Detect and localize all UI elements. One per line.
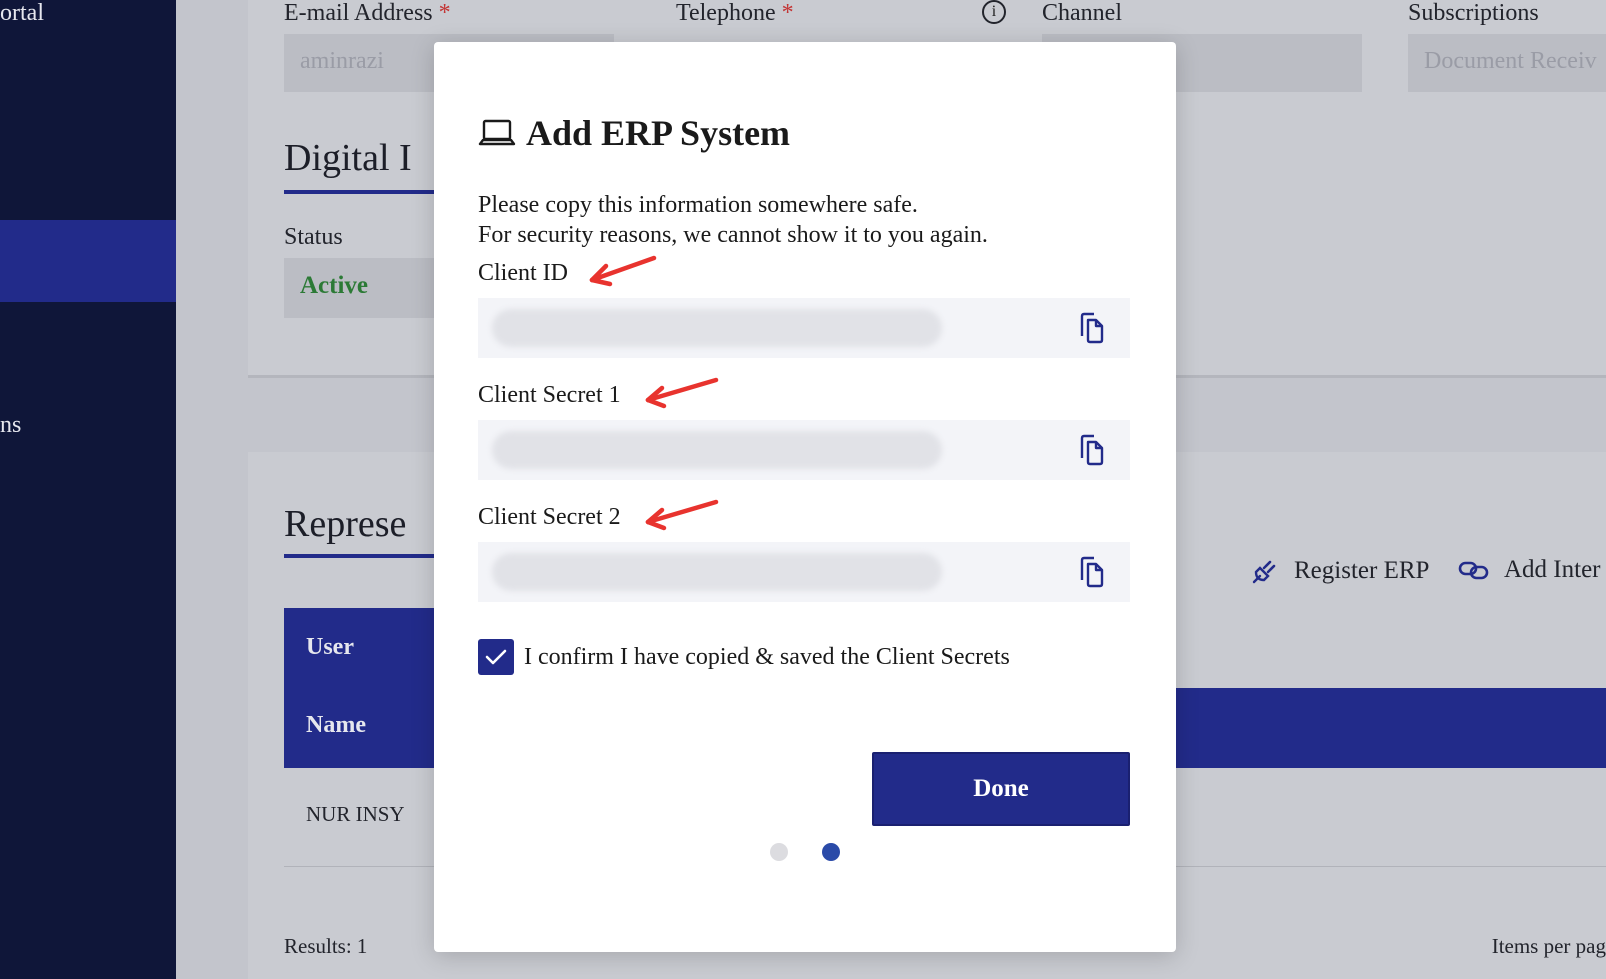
header-name: Name <box>306 712 366 738</box>
sidebar-item-portal[interactable]: ortal <box>0 0 44 27</box>
copy-icon[interactable] <box>1078 434 1108 466</box>
pager-dot-1[interactable] <box>770 843 788 861</box>
table-row[interactable]: NUR INSY <box>306 802 405 827</box>
client-secret1-field[interactable] <box>478 420 1130 480</box>
copy-icon[interactable] <box>1078 556 1108 588</box>
client-id-label: Client ID <box>478 260 568 286</box>
add-integration-button[interactable]: Add Inter <box>1458 556 1601 584</box>
client-secret1-label: Client Secret 1 <box>478 382 621 408</box>
pager-dot-2-active[interactable] <box>822 843 840 861</box>
client-secret2-label: Client Secret 2 <box>478 504 621 530</box>
channel-label: Channel <box>1042 0 1122 26</box>
confirm-checkbox-row[interactable]: I confirm I have copied & saved the Clie… <box>478 639 1010 675</box>
sidebar: ortal ns <box>0 0 176 979</box>
plug-icon <box>1252 560 1276 584</box>
subscriptions-label: Subscriptions <box>1408 0 1539 26</box>
register-erp-button[interactable]: Register ERP <box>1250 556 1429 586</box>
digital-section-title: Digital I <box>284 137 412 179</box>
client-secret2-field[interactable] <box>478 542 1130 602</box>
copy-icon[interactable] <box>1078 312 1108 344</box>
status-label: Status <box>284 224 343 250</box>
email-label: E-mail Address * <box>284 0 451 26</box>
status-value: Active <box>300 272 369 299</box>
link-icon <box>1458 561 1489 580</box>
modal-title: Add ERP System <box>478 112 790 154</box>
client-id-value-redacted <box>492 309 942 347</box>
status-box: Active <box>284 258 444 318</box>
representatives-section-underline <box>284 554 434 558</box>
arrow-annotation-icon <box>645 377 719 409</box>
arrow-annotation-icon <box>589 255 657 287</box>
representatives-section-title: Represe <box>284 503 407 545</box>
client-secret1-value-redacted <box>492 431 942 469</box>
confirm-checkbox[interactable] <box>478 639 514 675</box>
done-button[interactable]: Done <box>872 752 1130 826</box>
digital-section-underline <box>284 190 444 194</box>
items-per-page-label: Items per pag <box>1491 934 1606 958</box>
subscriptions-field[interactable]: Document Receiv <box>1408 34 1606 92</box>
results-count: Results: 1 <box>284 934 368 958</box>
client-secret2-value-redacted <box>492 553 942 591</box>
add-erp-modal: Add ERP System Please copy this informat… <box>434 42 1176 952</box>
laptop-icon <box>478 119 516 146</box>
header-user: User <box>306 634 354 660</box>
sidebar-item-partial[interactable]: ns <box>0 412 21 439</box>
check-icon <box>485 649 507 665</box>
client-id-field[interactable] <box>478 298 1130 358</box>
confirm-label: I confirm I have copied & saved the Clie… <box>524 643 1010 670</box>
info-icon[interactable]: i <box>982 0 1006 24</box>
arrow-annotation-icon <box>645 499 719 531</box>
telephone-label: Telephone * <box>676 0 794 26</box>
table-header-right <box>1148 688 1606 768</box>
modal-description: Please copy this information somewhere s… <box>478 192 988 248</box>
sidebar-item-active[interactable] <box>0 220 176 302</box>
